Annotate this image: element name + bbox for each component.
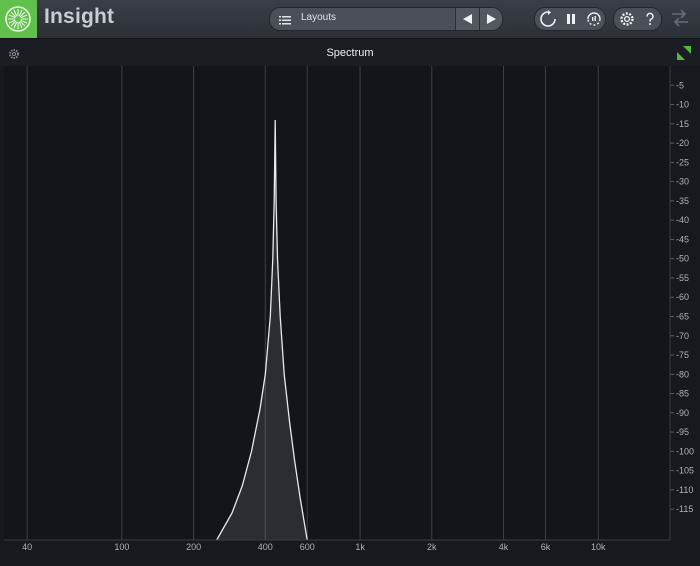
gear-icon <box>620 12 634 26</box>
y-tick-label: -110 <box>676 485 693 495</box>
help-icon <box>646 12 654 25</box>
spectrum-point <box>275 119 276 120</box>
previous-layout-button[interactable] <box>455 8 479 30</box>
y-tick-label: -70 <box>676 331 689 341</box>
next-layout-button[interactable] <box>479 8 502 30</box>
reset-button[interactable] <box>536 8 559 30</box>
x-tick-label: 400 <box>258 542 273 552</box>
x-tick-label: 40 <box>22 542 32 552</box>
help-buttons <box>613 7 662 31</box>
y-tick-label: -100 <box>676 446 694 456</box>
y-tick-label: -65 <box>676 311 689 321</box>
pause-icon <box>567 14 575 24</box>
spectrum-point <box>280 316 281 317</box>
triangle-left-icon <box>463 14 472 24</box>
spectrum-point <box>294 459 295 460</box>
spectrum-point <box>284 374 285 375</box>
x-tick-label: 1k <box>355 542 365 552</box>
swap-icon[interactable] <box>668 6 692 35</box>
plot-area <box>4 66 670 540</box>
y-tick-label: -20 <box>676 138 689 148</box>
triangle-right-icon <box>487 14 496 24</box>
resize-corner-icon[interactable] <box>677 46 691 65</box>
y-tick-label: -35 <box>676 196 689 206</box>
transport-buttons <box>534 7 606 31</box>
x-tick-label: 600 <box>300 542 315 552</box>
list-icon <box>279 13 291 30</box>
pause-button[interactable] <box>559 8 582 30</box>
spectrum-point <box>277 258 278 259</box>
y-tick-label: -90 <box>676 408 689 418</box>
y-tick-label: -115 <box>676 504 693 514</box>
y-tick-label: -60 <box>676 292 689 302</box>
y-tick-label: -75 <box>676 350 689 360</box>
spectrum-point <box>274 200 275 201</box>
x-tick-label: 10k <box>591 542 606 552</box>
x-tick-label: 2k <box>427 542 437 552</box>
spectrum-chart: 40 100 200 400 600 1k 2k 4k 6k 10k -5 -10 -15 -20 -25… <box>0 66 700 561</box>
insight-logo-icon[interactable] <box>0 0 37 38</box>
y-tick-label: -5 <box>676 80 684 90</box>
y-tick-label: -55 <box>676 273 689 283</box>
y-tick-label: -25 <box>676 157 689 167</box>
x-tick-label: 4k <box>499 542 509 552</box>
y-tick-label: -45 <box>676 234 689 244</box>
x-tick-label: 6k <box>541 542 551 552</box>
layouts-selector[interactable]: Layouts <box>269 7 503 31</box>
spectrum-plot: 40 100 200 400 600 1k 2k 4k 6k 10k -5 -10 -15 -20 -25… <box>0 66 700 561</box>
capture-button[interactable] <box>582 8 605 30</box>
y-tick-label: -105 <box>676 466 694 476</box>
spectrum-point <box>289 420 290 421</box>
y-tick-label: -50 <box>676 254 689 264</box>
help-button[interactable] <box>638 8 661 30</box>
panel-title: Spectrum <box>326 47 374 59</box>
spectrum-point <box>276 200 277 201</box>
y-tick-label: -30 <box>676 177 689 187</box>
app-title: Insight <box>44 5 115 28</box>
y-tick-label: -80 <box>676 369 689 379</box>
y-tick-label: -10 <box>676 100 689 110</box>
y-tick-label: -40 <box>676 215 689 225</box>
y-tick-label: -95 <box>676 427 689 437</box>
layouts-label: Layouts <box>301 12 337 23</box>
spectrum-point <box>272 258 273 259</box>
capture-icon <box>587 12 601 26</box>
spectrum-point <box>300 497 301 498</box>
y-tick-label: -85 <box>676 389 689 399</box>
reset-icon <box>540 10 556 27</box>
spectrum-point <box>242 485 243 486</box>
x-tick-label: 100 <box>114 542 129 552</box>
y-tick-label: -15 <box>676 119 689 129</box>
top-toolbar: Insight Layouts <box>0 0 700 39</box>
x-tick-label: 200 <box>186 542 201 552</box>
spectrum-panel-header: Spectrum <box>0 39 700 66</box>
spectrum-point <box>231 512 232 513</box>
spectrum-point <box>251 451 252 452</box>
settings-button[interactable] <box>615 8 638 30</box>
spectrum-point <box>265 374 266 375</box>
spectrum-point <box>259 408 260 409</box>
spectrum-point <box>270 316 271 317</box>
